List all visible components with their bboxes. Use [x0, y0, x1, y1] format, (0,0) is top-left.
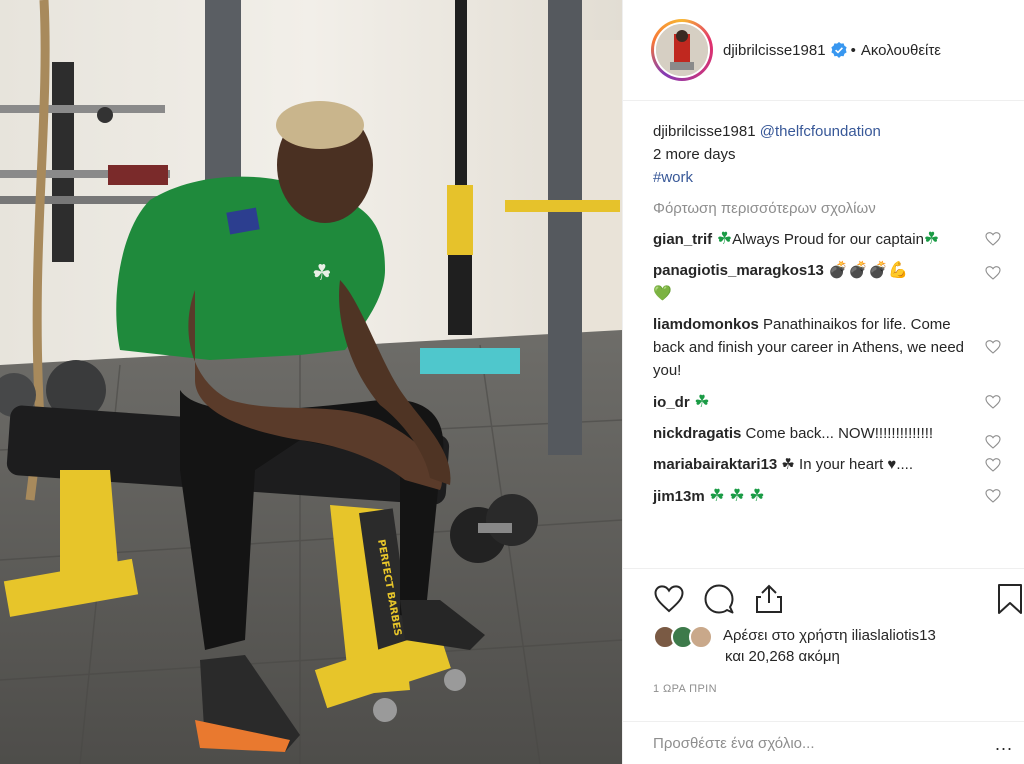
comment-text: ☘ [712, 229, 733, 248]
svg-text:☘: ☘ [312, 261, 332, 286]
load-more-comments-button[interactable]: Φόρτωση περισσότερων σχολίων [653, 199, 1001, 219]
following-button[interactable]: Ακολουθείτε [861, 42, 941, 59]
post-photo[interactable]: ☘ PERFECT BARBES [0, 0, 622, 764]
comment-username[interactable]: gian_trif [653, 231, 712, 248]
comment-text: ☘ ☘ ☘ [704, 486, 765, 505]
comment-like-heart-icon[interactable] [985, 434, 1001, 450]
more-options-icon[interactable]: ... [995, 734, 1013, 755]
comment-row: mariabairaktari13 ☘ In your heart ♥.... [653, 453, 1001, 476]
heart-icon[interactable] [653, 583, 685, 615]
post-photo-illustration: ☘ PERFECT BARBES [0, 0, 622, 764]
caption-text: 2 more days [653, 146, 736, 163]
caption-hashtag-link[interactable]: #work [653, 166, 1001, 189]
add-comment-placeholder: Προσθέστε ένα σχόλιο... [653, 735, 815, 752]
comment-text: Always Proud for our captain [732, 231, 924, 248]
comment-username[interactable]: nickdragatis [653, 425, 741, 442]
comment-username[interactable]: jim13m [653, 488, 705, 505]
likes-count-link[interactable]: και 20,268 ακόμη [725, 648, 840, 665]
comment-username[interactable]: panagiotis_maragkos13 [653, 262, 824, 279]
comment-text: Come back... NOW!!!!!!!!!!!!!! [741, 425, 934, 442]
post-actions-section: Αρέσει στο χρήστη iliaslaliotis13 και 20… [623, 568, 1024, 764]
comment-row: nickdragatis Come back... NOW!!!!!!!!!!!… [653, 422, 1001, 449]
comment-username[interactable]: io_dr [653, 394, 690, 411]
post-caption: djibrilcisse1981 @thelfcfoundation 2 mor… [653, 102, 1001, 189]
add-comment-input[interactable]: Προσθέστε ένα σχόλιο... ... [623, 721, 1024, 764]
verified-icon [830, 42, 847, 58]
bookmark-icon[interactable] [995, 583, 1024, 615]
comment-row: io_dr ☘ [653, 390, 1001, 414]
comment-text: 💣💣💣💪 [823, 262, 909, 279]
comment-like-heart-icon[interactable] [985, 231, 1001, 247]
likes-username-link[interactable]: iliaslaliotis13 [852, 627, 936, 644]
comment-like-heart-icon[interactable] [985, 457, 1001, 473]
comment-username[interactable]: mariabairaktari13 [653, 456, 777, 473]
action-icons [653, 583, 785, 615]
caption-mention-link[interactable]: @thelfcfoundation [760, 123, 881, 140]
liker-avatar[interactable] [689, 625, 713, 649]
comment-username[interactable]: liamdomonkos [653, 316, 759, 333]
comment-like-heart-icon[interactable] [985, 339, 1001, 355]
share-icon[interactable] [753, 583, 785, 615]
comment-row: panagiotis_maragkos13 💣💣💣💪 💚 [653, 259, 1001, 305]
header-separator: • [850, 41, 856, 59]
post-timestamp[interactable]: 1 ΩΡΑ ΠΡΙΝ [653, 683, 717, 695]
comment-text: ☘ [689, 392, 710, 411]
comment-text: ☘ In your heart ♥.... [777, 456, 913, 473]
comment-like-heart-icon[interactable] [985, 265, 1001, 281]
comment-text: 💚 [653, 285, 672, 302]
likes-summary: Αρέσει στο χρήστη iliaslaliotis13 και 20… [653, 625, 936, 667]
comments-list: djibrilcisse1981 @thelfcfoundation 2 mor… [623, 102, 1024, 568]
header-username[interactable]: djibrilcisse1981 [723, 42, 826, 59]
comment-like-heart-icon[interactable] [985, 394, 1001, 410]
avatar[interactable] [651, 19, 713, 81]
comment-row: jim13m ☘ ☘ ☘ [653, 484, 1001, 508]
likes-prefix: Αρέσει στο χρήστη [723, 627, 852, 644]
caption-username[interactable]: djibrilcisse1981 [653, 123, 756, 140]
post-side-panel: djibrilcisse1981 • Ακολουθείτε djibrilci… [622, 0, 1024, 764]
post-header: djibrilcisse1981 • Ακολουθείτε [623, 0, 1024, 101]
comment-icon[interactable] [703, 583, 735, 615]
comment-text: ☘ [923, 229, 940, 248]
comment-row: gian_trif ☘Always Proud for our captain☘ [653, 227, 1001, 251]
comment-like-heart-icon[interactable] [985, 488, 1001, 504]
comment-row: liamdomonkos Panathinaikos for life. Com… [653, 313, 1001, 382]
